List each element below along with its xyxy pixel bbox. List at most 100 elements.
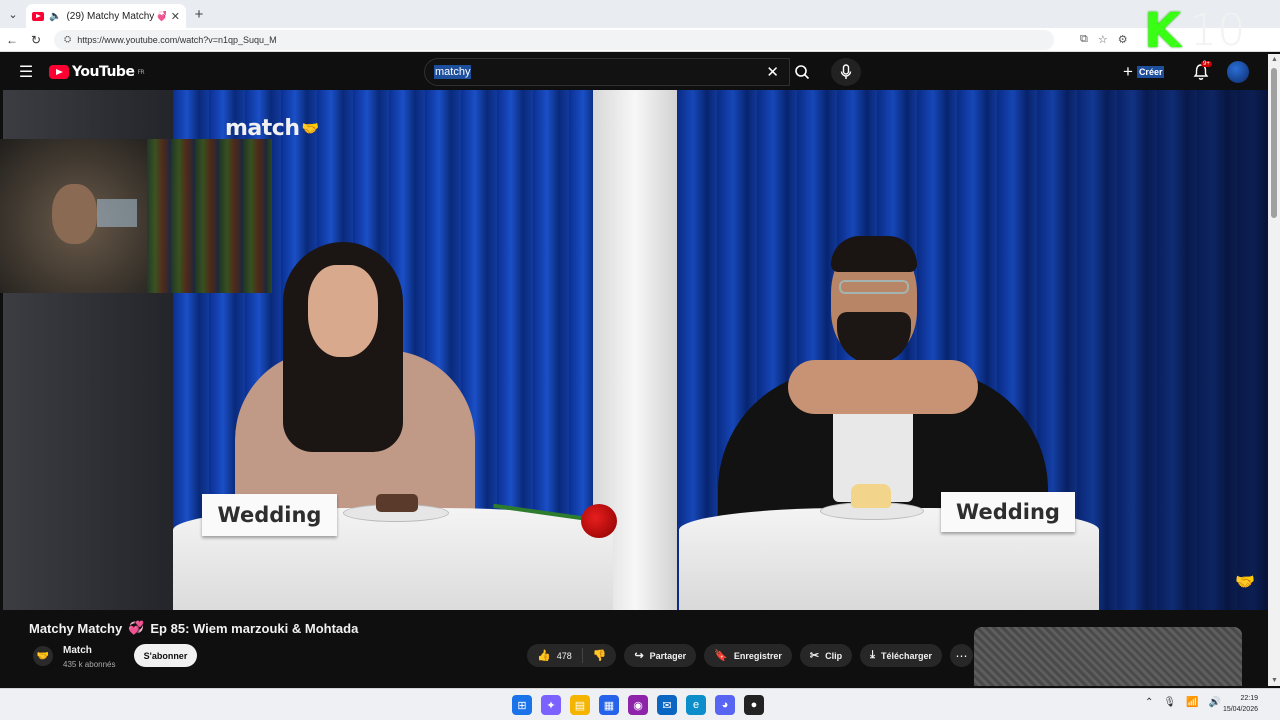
youtube-header: ☰ YouTube FR matchy ✕ + Créer 9+ [3, 54, 1268, 90]
share-button[interactable]: ↪ Partager [624, 644, 697, 667]
site-info-icon[interactable]: ⛭ [64, 34, 71, 45]
search-button[interactable] [787, 58, 817, 86]
taskbar-apps: ⊞ ✦ ▤ ▦ ◉ ✉ e ◕ ● [512, 695, 764, 715]
bookmark-icon: 🔖 [714, 650, 728, 662]
man-hands [788, 360, 978, 414]
chocolate-cake [376, 494, 418, 512]
clip-button[interactable]: ✂ Clip [799, 644, 853, 667]
back-arrow-icon[interactable]: ← [0, 33, 24, 47]
app-icon[interactable]: ● [744, 695, 764, 715]
red-rose [581, 504, 617, 538]
wedding-sign-left: Wedding [202, 494, 337, 536]
save-label: Enregistrer [733, 650, 782, 661]
region-code: FR [137, 68, 145, 76]
match-brand-logo: match 🤝 [225, 116, 319, 141]
tab-list-chevron-icon[interactable]: ⌄ [0, 0, 26, 28]
new-tab-button[interactable]: + [186, 6, 212, 23]
windows-taskbar: ⊞ ✦ ▤ ▦ ◉ ✉ e ◕ ● ⌃ 🎙 📶 🔊 22:19 15/04/20… [0, 688, 1280, 720]
file-explorer-icon[interactable]: ▤ [570, 695, 590, 715]
clock-time: 22:19 [1240, 695, 1258, 702]
download-label: Télécharger [881, 650, 933, 661]
sidebar-ad-panel[interactable] [974, 627, 1242, 686]
scroll-down-arrow-icon[interactable]: ▼ [1271, 677, 1278, 684]
address-bar-icons: ⧉ ☆ ⚙ [1080, 33, 1128, 46]
create-button[interactable]: + Créer [1123, 61, 1165, 83]
webcam-background-lights [147, 139, 272, 293]
search-query-text: matchy [434, 65, 472, 79]
channel-watermark-icon[interactable]: 🤝 [1235, 572, 1255, 592]
like-dislike-group: 👍 478 👎 [527, 644, 617, 667]
dislike-button[interactable]: 👎 [583, 649, 617, 662]
tab-title: (29) Matchy Matchy 💞 Ep 85 [66, 10, 166, 22]
flan-dessert [851, 484, 891, 508]
outlook-icon[interactable]: ✉ [657, 695, 677, 715]
plus-icon: + [1123, 62, 1133, 81]
video-title-part1: Matchy Matchy [29, 620, 123, 636]
woman-face [308, 265, 378, 357]
video-actions: 👍 478 👎 ↪ Partager 🔖 Enregistrer ✂ Clip … [527, 644, 974, 667]
streamer-face [52, 184, 97, 244]
subscribe-button[interactable]: S'abonner [134, 644, 197, 667]
scrollbar-thumb[interactable] [1271, 68, 1277, 218]
wifi-icon[interactable]: 📶 [1186, 697, 1198, 708]
scissors-icon: ✂ [809, 650, 820, 662]
browser-tab-bar: ⌄ 🔈 (29) Matchy Matchy 💞 Ep 85 ✕ + [0, 0, 1280, 28]
tab-close-icon[interactable]: ✕ [171, 10, 180, 23]
clear-search-icon[interactable]: ✕ [766, 63, 779, 81]
app-install-icon[interactable]: ⧉ [1080, 33, 1088, 46]
subscriber-count: 435 k abonnés [63, 660, 116, 669]
channel-name[interactable]: Match [63, 645, 92, 656]
clip-label: Clip [825, 650, 843, 661]
thumbs-down-icon: 👎 [592, 650, 607, 662]
save-button[interactable]: 🔖 Enregistrer [704, 644, 792, 667]
channel-avatar[interactable]: 🤝 [33, 646, 53, 666]
like-button[interactable]: 👍 478 [527, 648, 583, 663]
handshake-logo-icon: 🤝 [301, 120, 319, 137]
search-input[interactable]: matchy ✕ [424, 58, 790, 86]
youtube-play-icon [49, 65, 69, 79]
notifications-button[interactable]: 9+ [1189, 60, 1213, 84]
address-bar-row: ← ↻ ⛭ https://www.youtube.com/watch?v=n1… [0, 28, 1280, 52]
man-glasses [839, 280, 909, 294]
reload-icon[interactable]: ↻ [24, 33, 48, 47]
obs-icon[interactable]: ◉ [628, 695, 648, 715]
youtube-logo[interactable]: YouTube FR [49, 64, 145, 80]
account-avatar[interactable] [1227, 61, 1249, 83]
url-field[interactable]: ⛭ https://www.youtube.com/watch?v=n1qp_S… [54, 29, 1054, 50]
taskbar-clock[interactable]: 22:19 15/04/2026 [1223, 693, 1258, 715]
overlay-k-letter: K [1144, 3, 1182, 59]
speaker-icon[interactable]: 🔈 [49, 11, 61, 22]
menu-hamburger-icon[interactable]: ☰ [3, 62, 49, 82]
volume-icon[interactable]: 🔊 [1209, 697, 1221, 708]
video-details: Matchy Matchy 💞 Ep 85: Wiem marzouki & M… [3, 610, 1268, 686]
page-scrollbar[interactable]: ▲ ▼ [1268, 54, 1280, 686]
streamer-overlay-logo: K 10 [1144, 4, 1272, 58]
extensions-icon[interactable]: ⚙ [1118, 33, 1128, 46]
more-actions-button[interactable]: ⋯ [950, 644, 974, 667]
share-label: Partager [649, 650, 687, 661]
copilot-icon[interactable]: ✦ [541, 695, 561, 715]
streamer-webcam [0, 139, 272, 293]
edge-browser-icon[interactable]: e [686, 695, 706, 715]
favorite-star-icon[interactable]: ☆ [1098, 33, 1108, 46]
share-arrow-icon: ↪ [634, 650, 644, 662]
video-title: Matchy Matchy 💞 Ep 85: Wiem marzouki & M… [29, 620, 358, 636]
scroll-up-arrow-icon[interactable]: ▲ [1271, 56, 1278, 63]
store-icon[interactable]: ▦ [599, 695, 619, 715]
video-title-part2: Ep 85: Wiem marzouki & Mohtada [150, 620, 359, 636]
download-icon: ⤓ [870, 649, 876, 661]
match-logo-text: match [225, 116, 300, 141]
voice-search-button[interactable] [831, 58, 861, 86]
discord-icon[interactable]: ◕ [715, 695, 735, 715]
tray-mic-icon[interactable]: 🎙 [1163, 697, 1176, 708]
url-text: https://www.youtube.com/watch?v=n1qp_Suq… [77, 34, 277, 45]
create-label: Créer [1136, 66, 1165, 78]
tray-chevron-icon[interactable]: ⌃ [1145, 697, 1153, 708]
thumbs-up-icon: 👍 [537, 650, 551, 662]
youtube-logo-text: YouTube [72, 64, 135, 80]
search-icon [795, 65, 810, 80]
browser-tab[interactable]: 🔈 (29) Matchy Matchy 💞 Ep 85 ✕ [26, 4, 186, 28]
download-button[interactable]: ⤓ Télécharger [860, 644, 943, 667]
windows-start-icon[interactable]: ⊞ [512, 695, 532, 715]
clock-date: 15/04/2026 [1222, 706, 1258, 713]
